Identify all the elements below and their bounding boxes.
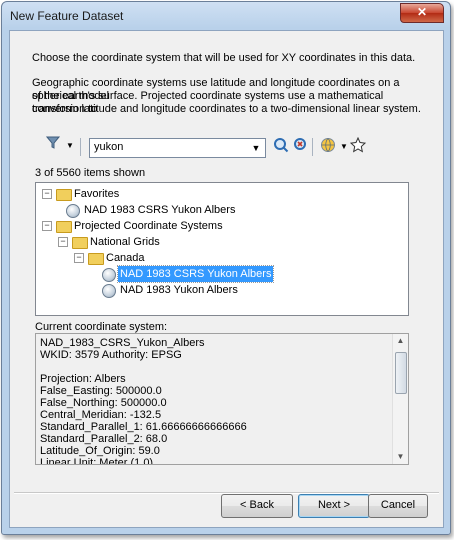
collapse-icon[interactable]: −	[74, 253, 84, 263]
globe-icon	[66, 204, 80, 218]
favorites-folder-icon	[56, 189, 72, 201]
current-system-details[interactable]: NAD_1983_CSRS_Yukon_Albers WKID: 3579 Au…	[35, 333, 409, 465]
folder-open-icon	[72, 237, 88, 249]
filter-dropdown-icon[interactable]: ▼	[60, 136, 80, 156]
tree-label-favorite-item: NAD 1983 CSRS Yukon Albers	[84, 204, 236, 216]
cancel-button[interactable]: Cancel	[368, 494, 428, 518]
folder-open-icon	[88, 253, 104, 265]
detail-line: False_Northing: 500000.0	[40, 397, 167, 409]
instruction-text: Choose the coordinate system that will b…	[32, 52, 416, 64]
detail-line: Projection: Albers	[40, 373, 126, 385]
collapse-icon[interactable]: −	[42, 189, 52, 199]
globe-icon	[102, 284, 116, 298]
chevron-down-icon[interactable]: ▼	[249, 140, 263, 156]
detail-line: Latitude_Of_Origin: 59.0	[40, 445, 160, 457]
tree-label-projected: Projected Coordinate Systems	[74, 220, 223, 232]
scroll-thumb[interactable]	[395, 352, 407, 394]
next-button[interactable]: Next >	[298, 494, 370, 518]
tree-label-national-grids: National Grids	[90, 236, 160, 248]
folder-open-icon	[56, 221, 72, 233]
detail-line: WKID: 3579 Authority: EPSG	[40, 349, 182, 361]
window-title: New Feature Dataset	[10, 9, 124, 23]
tree-label-canada: Canada	[106, 252, 145, 264]
coordinate-system-tree[interactable]: − Favorites NAD 1983 CSRS Yukon Albers −…	[35, 182, 409, 316]
detail-line: False_Easting: 500000.0	[40, 385, 162, 397]
tree-label-item2: NAD 1983 Yukon Albers	[120, 284, 238, 296]
current-system-label: Current coordinate system:	[35, 321, 168, 333]
toolbar-separator-2	[312, 138, 313, 156]
toolbar-separator	[80, 138, 81, 156]
globe-icon	[102, 268, 116, 282]
description-line-3: transform latitude and longitude coordin…	[32, 103, 421, 115]
detail-line: Standard_Parallel_2: 68.0	[40, 433, 168, 445]
results-count: 3 of 5560 items shown	[35, 167, 146, 179]
scroll-up-icon[interactable]: ▲	[393, 334, 408, 348]
detail-line: NAD_1983_CSRS_Yukon_Albers	[40, 337, 205, 349]
details-scrollbar[interactable]: ▲ ▼	[392, 334, 408, 464]
add-favorite-icon[interactable]	[348, 136, 368, 157]
search-icon[interactable]	[271, 137, 291, 157]
dialog-window: New Feature Dataset ✕ Choose the coordin…	[1, 1, 451, 535]
detail-line: Linear Unit: Meter (1.0)	[40, 457, 154, 465]
detail-line: Central_Meridian: -132.5	[40, 409, 162, 421]
collapse-icon[interactable]: −	[58, 237, 68, 247]
tree-label-selected: NAD 1983 CSRS Yukon Albers	[116, 265, 275, 283]
close-button[interactable]: ✕	[400, 3, 444, 23]
title-bar[interactable]: New Feature Dataset ✕	[2, 2, 450, 30]
back-button[interactable]: < Back	[221, 494, 293, 518]
detail-line: Standard_Parallel_1: 61.66666666666666	[40, 421, 247, 433]
dialog-client-area: Choose the coordinate system that will b…	[9, 30, 444, 528]
scroll-down-icon[interactable]: ▼	[393, 450, 408, 464]
search-input[interactable]	[90, 139, 244, 155]
collapse-icon[interactable]: −	[42, 221, 52, 231]
clear-search-icon[interactable]	[291, 137, 311, 157]
search-combobox[interactable]: ▼	[89, 138, 266, 158]
tree-label-favorites: Favorites	[74, 188, 120, 200]
